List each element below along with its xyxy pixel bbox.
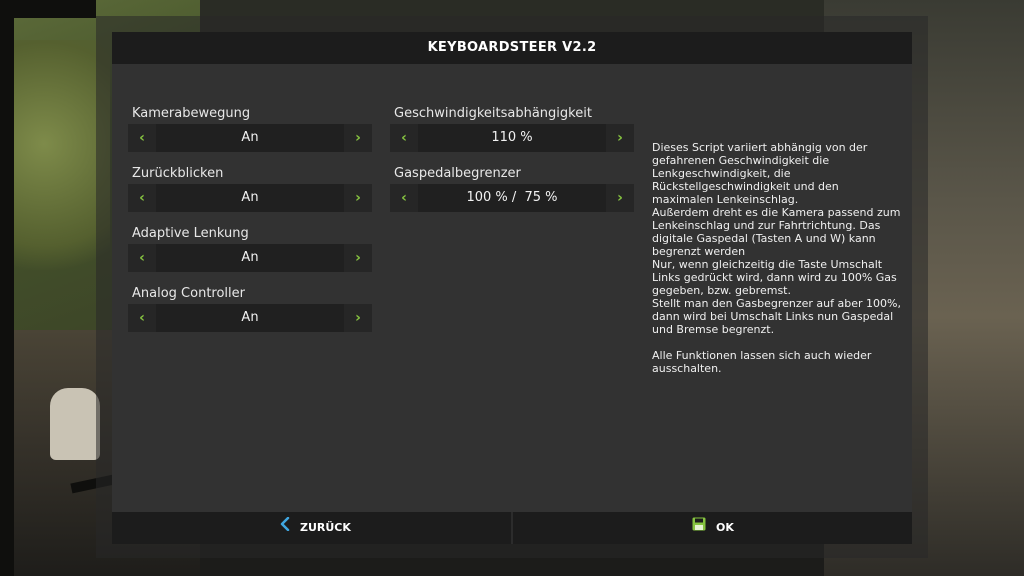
chevron-right-icon[interactable]: ›: [606, 184, 634, 212]
stepper-gaspedalbegrenzer: ‹ 100 % / 75 % ›: [390, 184, 634, 212]
chevron-left-icon[interactable]: ‹: [128, 304, 156, 332]
stepper-geschwindigkeitsabhaengigkeit: ‹ 110 % ›: [390, 124, 634, 152]
setting-label-analog-controller: Analog Controller: [132, 286, 245, 301]
back-button[interactable]: ZURÜCK: [280, 512, 351, 544]
stepper-value: 110 %: [418, 124, 606, 152]
setting-label-gaspedalbegrenzer: Gaspedalbegrenzer: [394, 166, 521, 181]
back-button-label: ZURÜCK: [300, 521, 351, 534]
background-frame-top: [0, 0, 96, 18]
description-line: Außerdem dreht es die Kamera passend zum: [652, 206, 901, 219]
chevron-left-icon[interactable]: ‹: [128, 184, 156, 212]
description-line: Links gedrückt wird, dann wird zu 100% G…: [652, 271, 897, 284]
setting-label-geschwindigkeitsabhaengigkeit: Geschwindigkeitsabhängigkeit: [394, 106, 592, 121]
chevron-right-icon[interactable]: ›: [344, 244, 372, 272]
stepper-kamerabewegung: ‹ An ›: [128, 124, 372, 152]
footer-divider: [511, 512, 513, 544]
dialog-footer: ZURÜCK OK: [112, 512, 912, 544]
description-line: Alle Funktionen lassen sich auch wieder: [652, 349, 872, 362]
stepper-value: An: [156, 124, 344, 152]
chevron-left-icon[interactable]: ‹: [390, 184, 418, 212]
description-line: gefahrenen Geschwindigkeit die: [652, 154, 830, 167]
chevron-left-icon[interactable]: ‹: [128, 124, 156, 152]
description-line: Stellt man den Gasbegrenzer auf aber 100…: [652, 297, 901, 310]
stepper-analog-controller: ‹ An ›: [128, 304, 372, 332]
description-line: maximalen Lenkeinschlag.: [652, 193, 799, 206]
description-line: Lenkgeschwindigkeit, die: [652, 167, 791, 180]
background-foliage: [0, 40, 110, 300]
stepper-zurueckblicken: ‹ An ›: [128, 184, 372, 212]
chevron-left-icon[interactable]: ‹: [128, 244, 156, 272]
description-line: Nur, wenn gleichzeitig die Taste Umschal…: [652, 258, 883, 271]
setting-label-zurueckblicken: Zurückblicken: [132, 166, 224, 181]
chevron-right-icon[interactable]: ›: [344, 304, 372, 332]
chevron-left-icon: [280, 512, 290, 544]
ok-button-label: OK: [716, 521, 734, 534]
chevron-right-icon[interactable]: ›: [344, 124, 372, 152]
description-line: gegeben, bzw. gebremst.: [652, 284, 791, 297]
description-line: Dieses Script variiert abhängig von der: [652, 141, 868, 154]
stepper-value: 100 % / 75 %: [418, 184, 606, 212]
chevron-right-icon[interactable]: ›: [344, 184, 372, 212]
dialog-title: KEYBOARDSTEER V2.2: [112, 32, 912, 64]
description-line: Rückstellgeschwindigkeit und den: [652, 180, 839, 193]
description-line: begrenzt werden: [652, 245, 746, 258]
description-line: digitale Gaspedal (Tasten A und W) kann: [652, 232, 876, 245]
background-seat: [50, 388, 100, 460]
save-disk-icon: [692, 512, 706, 544]
chevron-left-icon[interactable]: ‹: [390, 124, 418, 152]
dialog-content: Kamerabewegung ‹ An › Zurückblicken ‹ An…: [112, 64, 912, 512]
stepper-value: An: [156, 304, 344, 332]
ok-button[interactable]: OK: [692, 512, 734, 544]
description-line: dann wird bei Umschalt Links nun Gaspeda…: [652, 310, 894, 323]
description-line: [652, 336, 914, 349]
description-text: Dieses Script variiert abhängig von der g…: [652, 141, 914, 375]
settings-dialog: KEYBOARDSTEER V2.2 Kamerabewegung ‹ An ›…: [112, 32, 912, 544]
chevron-right-icon[interactable]: ›: [606, 124, 634, 152]
stepper-adaptive-lenkung: ‹ An ›: [128, 244, 372, 272]
setting-label-adaptive-lenkung: Adaptive Lenkung: [132, 226, 249, 241]
stepper-value: An: [156, 244, 344, 272]
description-line: Lenkeinschlag und zur Fahrtrichtung. Das: [652, 219, 881, 232]
background-frame-left: [0, 0, 14, 576]
stepper-value: An: [156, 184, 344, 212]
setting-label-kamerabewegung: Kamerabewegung: [132, 106, 251, 121]
description-line: ausschalten.: [652, 362, 722, 375]
description-line: und Bremse begrenzt.: [652, 323, 775, 336]
